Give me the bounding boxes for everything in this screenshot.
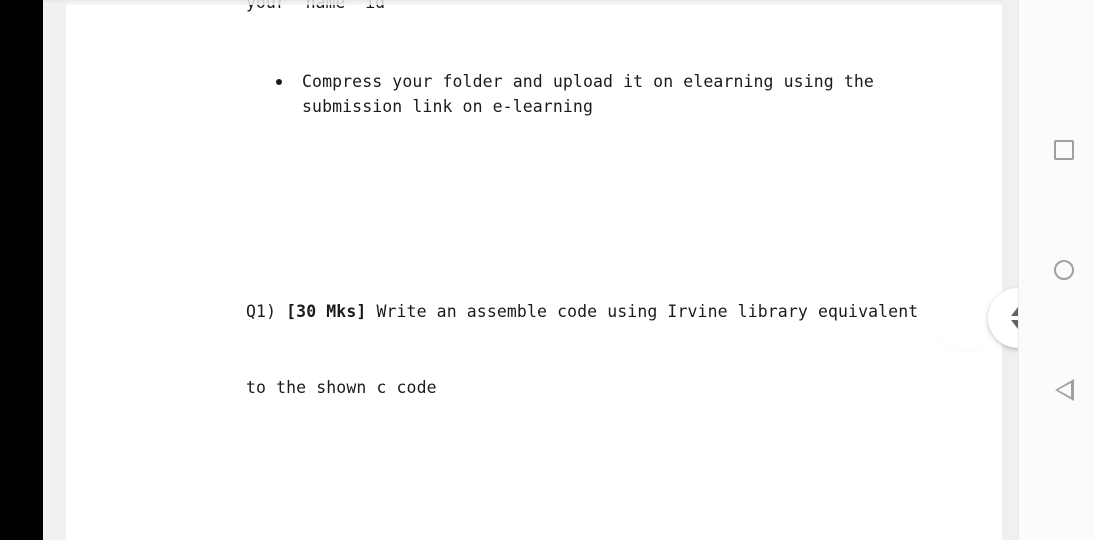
- left-letterbox-bar: [0, 0, 43, 540]
- bullet-dot-icon: [276, 78, 282, 85]
- nav-back-button[interactable]: [1044, 370, 1084, 410]
- list-item: Compress your folder and upload it on el…: [246, 69, 946, 120]
- circle-icon: [1054, 260, 1074, 280]
- scroll-thumb-ghost: [932, 287, 988, 349]
- screen-root: your name id Compress your folder and up…: [0, 0, 1095, 540]
- navigation-bar-divider: [1018, 0, 1019, 540]
- square-icon: [1054, 140, 1074, 160]
- document-scrollbar-track[interactable]: [1002, 0, 1018, 540]
- question-q1-prefix: Q1): [246, 301, 287, 321]
- nav-home-button[interactable]: [1044, 250, 1084, 290]
- triangle-left-icon: [1054, 379, 1074, 401]
- list-item-label: Compress your folder and upload it on el…: [302, 71, 874, 117]
- question-q1-marks: [30 Mks]: [286, 301, 367, 321]
- document-page-sheet[interactable]: your name id Compress your folder and up…: [66, 0, 1018, 540]
- question-q1-body-line-1: Write an assemble code using Irvine libr…: [366, 301, 919, 321]
- page-top-shadow: [43, 0, 1095, 5]
- question-q1-heading: Q1) [30 Mks] Write an assemble code usin…: [246, 299, 1006, 325]
- document-content: Compress your folder and upload it on el…: [246, 0, 1006, 540]
- question-q1-body-line-2: to the shown c code: [246, 378, 437, 397]
- nav-recents-button[interactable]: [1044, 130, 1084, 170]
